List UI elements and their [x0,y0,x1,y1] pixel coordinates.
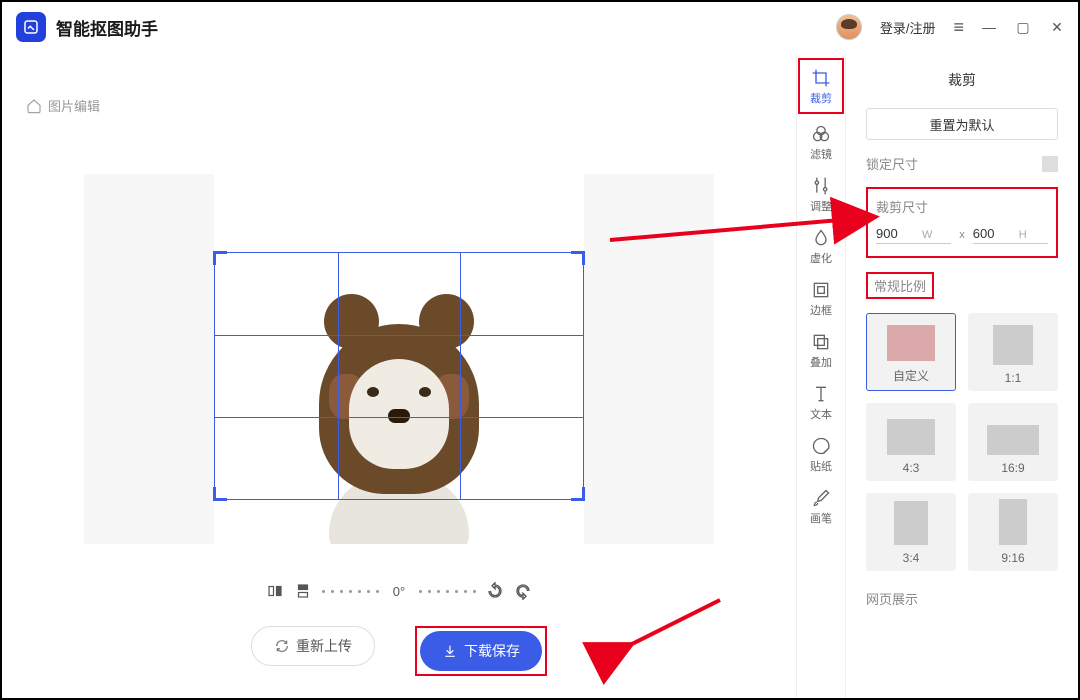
ratio-section-label: 常规比例 [874,276,926,295]
login-link[interactable]: 登录/注册 [880,18,936,37]
tool-text[interactable]: 文本 [800,376,842,428]
flip-vertical-icon[interactable] [294,582,312,600]
rotate-cw-icon[interactable] [514,582,532,600]
crop-overlay[interactable] [214,252,584,500]
width-input[interactable] [876,226,916,241]
rotate-bar: 0° [266,582,532,600]
reset-button[interactable]: 重置为默认 [866,108,1058,140]
annotation-arrow [600,160,860,250]
rotation-angle: 0° [393,584,405,599]
panel-title: 裁剪 [866,70,1058,90]
ratio-16-9[interactable]: 16:9 [968,403,1058,481]
annotation-arrow [580,590,730,670]
tool-crop[interactable]: 裁剪 [800,60,842,112]
crop-panel: 裁剪 重置为默认 锁定尺寸 裁剪尺寸 W x H 常规比例 [846,54,1078,698]
refresh-icon [274,638,290,654]
crop-handle-tl[interactable] [213,251,227,265]
crop-size-label: 裁剪尺寸 [876,197,1048,216]
crop-icon [811,68,831,88]
crop-handle-bl[interactable] [213,487,227,501]
overlay-icon [811,332,831,352]
tool-overlay[interactable]: 叠加 [800,324,842,376]
crop-size-block: 裁剪尺寸 W x H [866,187,1058,258]
border-icon [811,280,831,300]
app-title: 智能抠图助手 [56,15,158,40]
flip-horizontal-icon[interactable] [266,582,284,600]
ratio-3-4[interactable]: 3:4 [866,493,956,571]
maximize-button[interactable]: ▢ [1016,19,1030,36]
crop-handle-tr[interactable] [571,251,585,265]
brush-icon [811,488,831,508]
tool-sticker[interactable]: 贴纸 [800,428,842,480]
download-icon [442,643,458,659]
ratio-custom[interactable]: 自定义 [866,313,956,391]
rotate-ccw-icon[interactable] [486,582,504,600]
hamburger-icon[interactable]: ≡ [953,17,964,38]
close-button[interactable]: ✕ [1050,19,1064,36]
tool-brush[interactable]: 画笔 [800,480,842,532]
app-logo [16,12,46,42]
avatar[interactable] [836,14,862,40]
height-input[interactable] [973,226,1013,241]
home-icon [26,98,42,114]
breadcrumb[interactable]: 图片编辑 [4,78,122,115]
tool-border[interactable]: 边框 [800,272,842,324]
filter-icon [811,124,831,144]
minimize-button[interactable]: — [982,19,996,36]
text-icon [811,384,831,404]
lock-size-label: 锁定尺寸 [866,154,918,173]
web-display-label: 网页展示 [866,589,1058,608]
reupload-button[interactable]: 重新上传 [251,626,375,666]
crop-handle-br[interactable] [571,487,585,501]
download-button[interactable]: 下载保存 [420,631,542,671]
titlebar: 智能抠图助手 登录/注册 ≡ — ▢ ✕ [0,0,1080,54]
ratio-9-16[interactable]: 9:16 [968,493,1058,571]
breadcrumb-label: 图片编辑 [48,96,100,115]
lock-size-checkbox[interactable] [1042,156,1058,172]
ratio-4-3[interactable]: 4:3 [866,403,956,481]
ratio-1-1[interactable]: 1:1 [968,313,1058,391]
tool-rail: 裁剪 滤镜 调整 虚化 边框 叠加 文本 贴纸 [796,54,846,698]
sticker-icon [811,436,831,456]
